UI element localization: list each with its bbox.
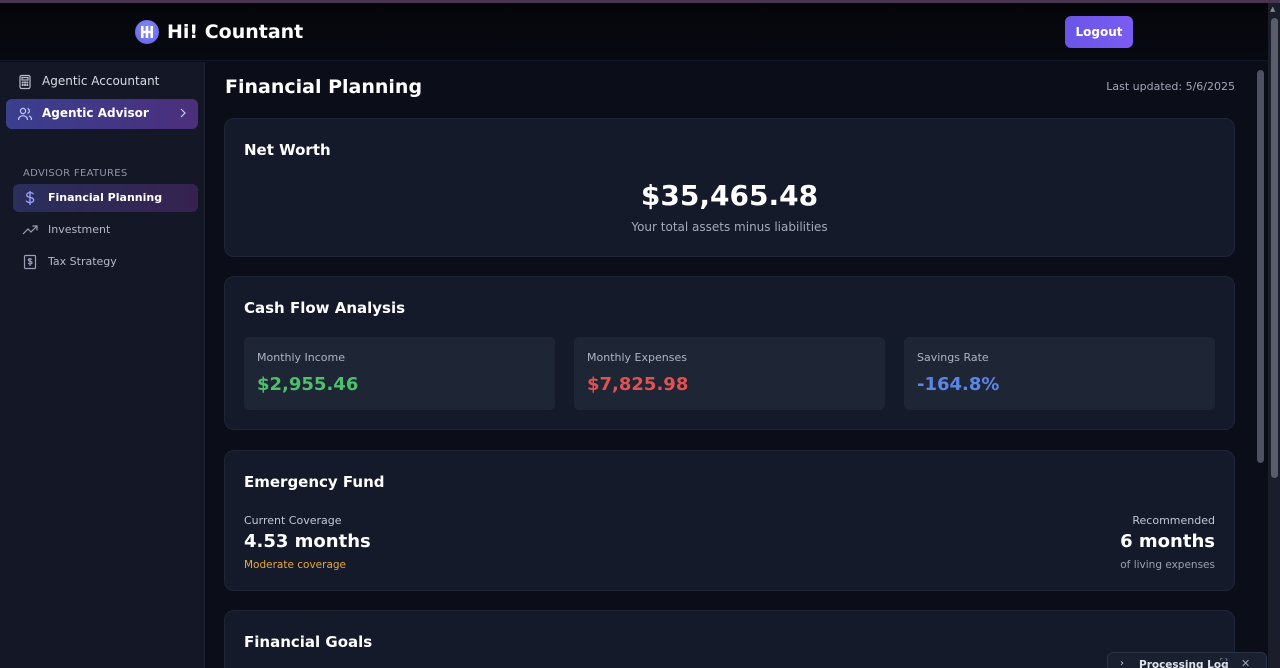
sidebar-item-agentic-accountant[interactable]: Agentic Accountant (6, 67, 198, 97)
stat-label: Savings Rate (917, 351, 989, 364)
savings-rate-stat: Savings Rate -164.8% (904, 337, 1215, 410)
cash-flow-title: Cash Flow Analysis (244, 299, 406, 317)
savings-rate-value: -164.8% (917, 374, 1000, 395)
sidebar-item-label: Agentic Advisor (42, 106, 149, 120)
coverage-status-text: Moderate coverage (244, 559, 347, 571)
last-updated-text: Last updated: 5/6/2025 (1106, 80, 1235, 93)
monthly-expenses-stat: Monthly Expenses $7,825.98 (574, 337, 885, 410)
content-scrollbar-thumb[interactable] (1257, 70, 1264, 463)
sidebar: Agentic Accountant Agentic Advisor ADVIS… (0, 62, 205, 668)
trending-up-icon (22, 225, 38, 235)
sidebar-feature-tax-strategy[interactable]: Tax Strategy (13, 248, 198, 276)
receipt-dollar-icon (23, 254, 37, 270)
net-worth-card: Net Worth $35,465.48 Your total assets m… (224, 118, 1235, 257)
sidebar-item-label: Agentic Accountant (42, 74, 160, 88)
chevron-right-icon (180, 108, 186, 118)
expand-icon[interactable]: ⛶ (1220, 658, 1227, 668)
close-icon[interactable]: ✕ (1241, 657, 1250, 668)
stat-label: Monthly Income (257, 351, 346, 364)
processing-log-panel[interactable]: › Processing Log ⛶ ✕ (1107, 652, 1267, 668)
dollar-icon (25, 191, 35, 205)
cash-flow-card: Cash Flow Analysis Monthly Income $2,955… (224, 276, 1235, 430)
top-header: Hi! Countant Logout (0, 3, 1268, 61)
current-coverage-label: Current Coverage (244, 514, 342, 527)
net-worth-value: $35,465.48 (640, 179, 819, 212)
scroll-up-arrow-icon[interactable]: ▲ (1270, 5, 1275, 13)
monthly-expenses-value: $7,825.98 (587, 374, 689, 395)
logout-button[interactable]: Logout (1065, 16, 1133, 48)
sidebar-feature-investment[interactable]: Investment (13, 216, 198, 244)
recommended-value: 6 months (1120, 531, 1215, 552)
sidebar-feature-label: Investment (48, 223, 111, 236)
sidebar-feature-label: Financial Planning (48, 191, 163, 204)
advisor-features-heading: ADVISOR FEATURES (23, 168, 128, 179)
app-title[interactable]: Hi! Countant (167, 21, 303, 43)
recommended-note: of living expenses (1120, 559, 1215, 571)
monthly-income-value: $2,955.46 (257, 374, 359, 395)
main-content: Financial Planning Last updated: 5/6/202… (206, 62, 1256, 668)
recommended-label: Recommended (1132, 514, 1215, 527)
processing-log-label: Processing Log (1139, 659, 1229, 668)
sidebar-item-agentic-advisor[interactable]: Agentic Advisor (6, 99, 198, 129)
current-coverage-value: 4.53 months (244, 531, 371, 552)
users-icon (17, 107, 33, 121)
calculator-icon (19, 74, 31, 90)
emergency-fund-title: Emergency Fund (244, 473, 385, 491)
chevron-right-icon[interactable]: › (1120, 658, 1124, 668)
net-worth-subtitle: Your total assets minus liabilities (631, 220, 828, 234)
stat-label: Monthly Expenses (587, 351, 687, 364)
financial-goals-card: Financial Goals (224, 610, 1235, 668)
page-title: Financial Planning (225, 76, 423, 98)
emergency-fund-card: Emergency Fund Current Coverage 4.53 mon… (224, 450, 1235, 591)
sidebar-feature-financial-planning[interactable]: Financial Planning (13, 184, 198, 212)
financial-goals-title: Financial Goals (244, 633, 373, 651)
net-worth-title: Net Worth (244, 141, 331, 159)
app-logo-icon[interactable] (135, 20, 159, 44)
monthly-income-stat: Monthly Income $2,955.46 (244, 337, 555, 410)
sidebar-feature-label: Tax Strategy (48, 255, 117, 268)
page-scrollbar-thumb[interactable] (1271, 18, 1278, 478)
